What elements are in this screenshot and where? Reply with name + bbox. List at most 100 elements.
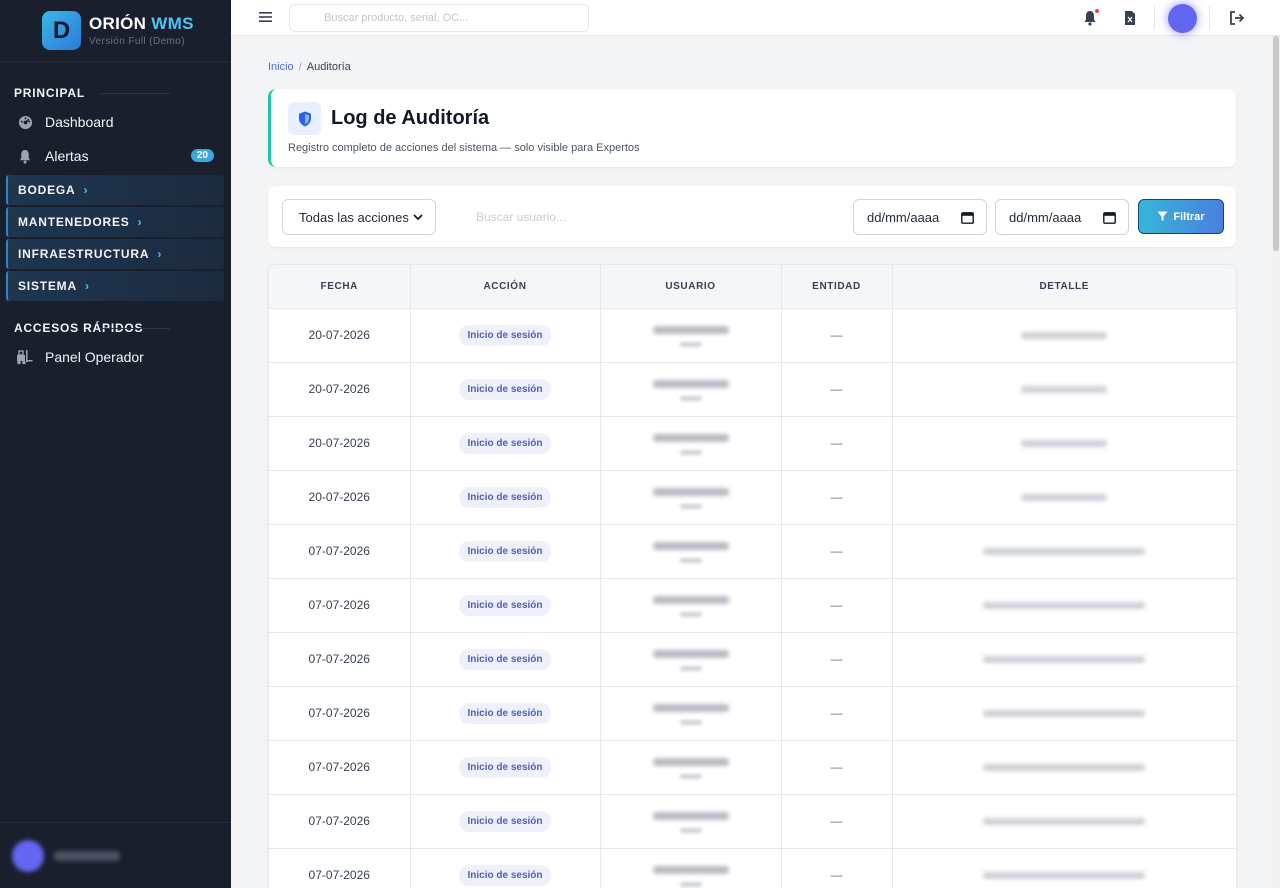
- detail-blurred: [983, 656, 1146, 663]
- user-name-blurred: [652, 542, 729, 550]
- user-role-blurred: [679, 882, 702, 887]
- sidebar-item-dashboard[interactable]: Dashboard: [0, 105, 231, 139]
- user-name-blurred: [652, 434, 729, 442]
- sidebar-item-label: Dashboard: [45, 114, 114, 130]
- calendar-icon[interactable]: [1103, 211, 1116, 224]
- brand-name: ORIÓN WMS: [89, 14, 194, 33]
- table-row[interactable]: 20-07-2026 Inicio de sesión —: [269, 470, 1236, 525]
- user-name-blurred: [652, 866, 729, 874]
- gauge-icon: [16, 113, 34, 131]
- cell-detalle: [892, 362, 1236, 417]
- user-name-blurred: [652, 380, 729, 388]
- hamburger-menu-icon[interactable]: [258, 9, 274, 25]
- user-role-blurred: [679, 774, 702, 779]
- cell-entidad: —: [781, 740, 893, 795]
- filter-button[interactable]: Filtrar: [1138, 199, 1224, 234]
- page-scrollbar[interactable]: [1272, 36, 1280, 888]
- column-header-fecha[interactable]: FECHA: [269, 265, 411, 309]
- detail-blurred: [983, 872, 1146, 879]
- divider: [1209, 6, 1210, 30]
- table-row[interactable]: 07-07-2026 Inicio de sesión —: [269, 848, 1236, 888]
- user-role-blurred: [679, 450, 702, 455]
- cell-fecha: 07-07-2026: [269, 524, 411, 579]
- table-row[interactable]: 07-07-2026 Inicio de sesión —: [269, 794, 1236, 849]
- cell-usuario: [600, 794, 782, 849]
- table-row[interactable]: 07-07-2026 Inicio de sesión —: [269, 740, 1236, 795]
- excel-file-icon[interactable]: [1121, 9, 1139, 27]
- chevron-down-icon: [413, 213, 423, 220]
- filter-bar: Todas las acciones dd/mm/aaaa dd/mm/aaaa…: [268, 186, 1236, 247]
- detail-blurred: [983, 710, 1146, 717]
- cell-usuario: [600, 362, 782, 417]
- calendar-icon[interactable]: [961, 211, 974, 224]
- date-from-input[interactable]: dd/mm/aaaa: [853, 199, 987, 235]
- action-select[interactable]: Todas las acciones: [282, 199, 436, 235]
- logout-icon[interactable]: [1228, 9, 1246, 27]
- user-name-blurred: [652, 704, 729, 712]
- cell-fecha: 07-07-2026: [269, 794, 411, 849]
- page-subtitle: Registro completo de acciones del sistem…: [288, 142, 640, 154]
- cell-entidad: —: [781, 632, 893, 687]
- cell-entidad: —: [781, 308, 893, 363]
- user-search-input[interactable]: [446, 199, 846, 235]
- cell-accion: Inicio de sesión: [410, 848, 601, 888]
- sidebar-group-mantenedores[interactable]: MANTENEDORES ›: [6, 207, 224, 237]
- funnel-icon: [1157, 211, 1168, 221]
- detail-blurred: [1021, 494, 1108, 501]
- table-row[interactable]: 07-07-2026 Inicio de sesión —: [269, 578, 1236, 633]
- cell-usuario: [600, 470, 782, 525]
- sidebar-item-panel-operador[interactable]: Panel Operador: [0, 340, 231, 374]
- action-badge: Inicio de sesión: [459, 378, 551, 400]
- detail-blurred: [983, 602, 1146, 609]
- sidebar-group-bodega[interactable]: BODEGA ›: [6, 175, 224, 205]
- action-badge: Inicio de sesión: [459, 648, 551, 670]
- cell-fecha: 20-07-2026: [269, 470, 411, 525]
- action-badge: Inicio de sesión: [459, 864, 551, 886]
- user-role-blurred: [679, 612, 702, 617]
- column-header-entidad[interactable]: ENTIDAD: [781, 265, 893, 309]
- action-badge: Inicio de sesión: [459, 540, 551, 562]
- cell-accion: Inicio de sesión: [410, 686, 601, 741]
- user-avatar[interactable]: [1168, 4, 1197, 33]
- section-principal: PRINCIPAL: [0, 86, 231, 100]
- column-header-accion[interactable]: ACCIÓN: [410, 265, 601, 309]
- action-badge: Inicio de sesión: [459, 756, 551, 778]
- notifications-bell-icon[interactable]: [1081, 9, 1099, 27]
- chevron-right-icon: ›: [83, 183, 89, 197]
- user-name-blurred: [54, 850, 120, 861]
- cell-fecha: 07-07-2026: [269, 848, 411, 888]
- breadcrumb-home-link[interactable]: Inicio: [268, 61, 294, 73]
- topbar: [231, 0, 1280, 36]
- chevron-right-icon: ›: [84, 279, 90, 293]
- table-row[interactable]: 20-07-2026 Inicio de sesión —: [269, 416, 1236, 471]
- cell-detalle: [892, 416, 1236, 471]
- date-to-input[interactable]: dd/mm/aaaa: [995, 199, 1129, 235]
- sidebar-item-label: Panel Operador: [45, 349, 144, 365]
- cell-entidad: —: [781, 362, 893, 417]
- table-row[interactable]: 07-07-2026 Inicio de sesión —: [269, 686, 1236, 741]
- sidebar-item-label: Alertas: [45, 148, 89, 164]
- breadcrumb: Inicio / Auditoría: [268, 61, 351, 73]
- notification-dot: [1095, 9, 1099, 13]
- sidebar-group-infraestructura[interactable]: INFRAESTRUCTURA ›: [6, 239, 224, 269]
- column-header-usuario[interactable]: USUARIO: [600, 265, 782, 309]
- cell-accion: Inicio de sesión: [410, 470, 601, 525]
- cell-usuario: [600, 848, 782, 888]
- breadcrumb-current: Auditoría: [306, 61, 351, 73]
- bell-icon: [16, 147, 34, 165]
- table-row[interactable]: 07-07-2026 Inicio de sesión —: [269, 524, 1236, 579]
- sidebar-item-alertas[interactable]: Alertas 20: [0, 139, 231, 173]
- sidebar-group-sistema[interactable]: SISTEMA ›: [6, 271, 224, 301]
- column-header-detalle[interactable]: DETALLE: [892, 265, 1236, 309]
- cell-entidad: —: [781, 470, 893, 525]
- page-title: Log de Auditoría: [331, 107, 490, 129]
- table-row[interactable]: 07-07-2026 Inicio de sesión —: [269, 632, 1236, 687]
- cell-entidad: —: [781, 578, 893, 633]
- sidebar-user[interactable]: [0, 822, 231, 888]
- table-row[interactable]: 20-07-2026 Inicio de sesión —: [269, 308, 1236, 363]
- cell-fecha: 07-07-2026: [269, 740, 411, 795]
- search-input[interactable]: [289, 4, 589, 32]
- cell-usuario: [600, 632, 782, 687]
- brand[interactable]: D ORIÓN WMS Versión Full (Demo): [0, 0, 231, 62]
- table-row[interactable]: 20-07-2026 Inicio de sesión —: [269, 362, 1236, 417]
